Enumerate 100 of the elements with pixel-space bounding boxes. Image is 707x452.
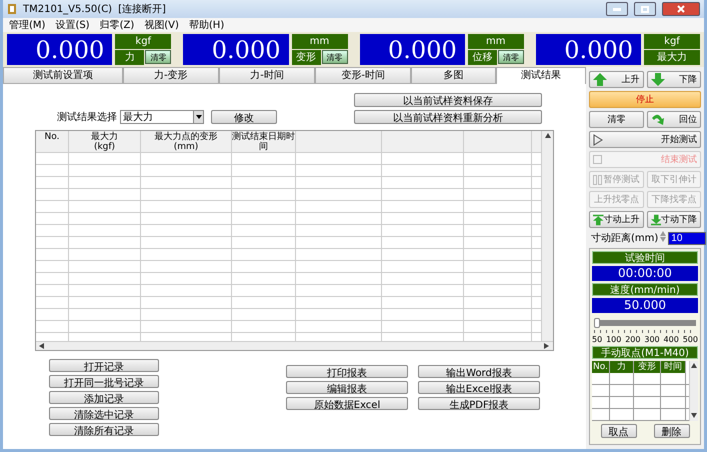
column-header: 最大力 (kgf) — [69, 131, 141, 152]
play-icon — [593, 134, 603, 146]
control-button[interactable]: 回位 — [646, 111, 701, 128]
readout-display: 0.000 — [536, 34, 641, 65]
column-header: No. — [592, 361, 610, 373]
tab[interactable]: 多图 — [411, 67, 496, 84]
caret-icon — [196, 115, 202, 119]
control-button[interactable]: 清零 — [589, 111, 644, 128]
point-button[interactable]: 取点 — [600, 424, 636, 438]
modify-button[interactable]: 修改 — [211, 110, 277, 124]
column-header: No. — [36, 131, 69, 152]
report-button[interactable]: 原始数据Excel — [286, 397, 408, 410]
pause-icon — [593, 174, 602, 184]
control-button[interactable]: 开始测试 — [589, 131, 701, 148]
scroll-up-icon — [691, 363, 697, 369]
bar-down-arrow-icon — [650, 212, 661, 226]
tab[interactable]: 测试前设置项 — [3, 67, 123, 84]
slider-thumb[interactable] — [594, 318, 600, 328]
reanalyze-button[interactable]: 以当前试样资料重新分析 — [354, 110, 542, 124]
record-button[interactable]: 清除选中记录 — [49, 407, 159, 420]
control-button[interactable]: 寸动下降 — [646, 211, 701, 228]
tick-label: 500 — [682, 335, 698, 344]
record-button[interactable]: 清除所有记录 — [49, 423, 159, 436]
result-select[interactable]: 最大力 — [120, 110, 204, 124]
spin-down-icon — [660, 237, 666, 243]
vertical-scrollbar[interactable] — [689, 361, 698, 421]
report-button[interactable]: 生成PDF报表 — [418, 397, 540, 410]
close-button[interactable] — [662, 2, 700, 16]
readout-label: 力 — [115, 50, 144, 65]
control-button[interactable]: 停止 — [589, 91, 701, 108]
save-button[interactable]: 以当前试样资料保存 — [354, 93, 542, 107]
control-button[interactable]: 下降 — [646, 71, 701, 88]
tab[interactable]: 测试结果 — [496, 67, 586, 84]
spin-up-icon — [660, 231, 666, 237]
zero-button[interactable]: 清零 — [322, 50, 348, 64]
readout-label: 变形 — [292, 50, 320, 65]
scroll-left-icon — [39, 343, 45, 349]
menu-item[interactable]: 设置(S) — [55, 18, 90, 32]
jog-distance-label: 寸动距离(mm) — [591, 232, 658, 245]
unit-label: kgf — [644, 34, 700, 49]
column-header: 力 — [610, 361, 634, 373]
readout-display: 0.000 — [7, 34, 112, 65]
column-header: 测试结束日期时间 — [232, 131, 296, 152]
scroll-up-icon — [544, 133, 550, 139]
down-arrow-icon — [650, 73, 664, 86]
column-header: 时间 — [661, 361, 686, 373]
speed-slider[interactable] — [594, 318, 696, 328]
square-icon — [593, 155, 602, 164]
record-button[interactable]: 添加记录 — [49, 391, 159, 404]
unit-label: kgf — [115, 34, 172, 49]
menu-item[interactable]: 视图(V) — [144, 18, 179, 32]
vertical-scrollbar[interactable] — [541, 131, 553, 341]
curved-arrow-icon — [650, 113, 664, 126]
speed-label: 速度(mm/min) — [592, 283, 698, 296]
readout-label: 位移 — [468, 50, 497, 65]
record-button[interactable]: 打开记录 — [49, 359, 159, 372]
zero-button[interactable]: 清零 — [145, 50, 172, 64]
tick-label: 400 — [664, 335, 679, 344]
record-button[interactable]: 打开同一批号记录 — [49, 375, 159, 388]
window-title: TM2101_V5.50(C) — [23, 4, 112, 14]
up-arrow-icon — [593, 73, 607, 86]
tab[interactable]: 力-时间 — [218, 67, 316, 84]
menu-item[interactable]: 管理(M) — [9, 18, 46, 32]
report-button[interactable]: 编辑报表 — [286, 381, 408, 394]
manual-points-title: 手动取点(M1-M40) — [592, 346, 698, 359]
readout-display: 0.000 — [360, 34, 465, 65]
menu-item[interactable]: 归零(Z) — [100, 18, 134, 32]
minimize-button[interactable] — [606, 2, 628, 16]
tab[interactable]: 变形-时间 — [315, 67, 412, 84]
test-time-label: 试验时间 — [592, 251, 698, 264]
control-button[interactable]: 寸动上升 — [589, 211, 644, 228]
column-header: 最大力点的变形 (mm) — [141, 131, 232, 152]
select-label: 测试结果选择 — [57, 110, 117, 124]
point-button[interactable]: 删除 — [654, 424, 690, 438]
readout-label: 最大力 — [644, 50, 700, 65]
readout-display: 0.000 — [183, 34, 288, 65]
tick-label: 50 — [592, 335, 602, 344]
tick-label: 200 — [625, 335, 640, 344]
close-icon — [677, 5, 685, 13]
zero-button[interactable]: 清零 — [498, 50, 524, 64]
report-button[interactable]: 输出Excel报表 — [418, 381, 540, 394]
scroll-right-icon — [544, 343, 550, 349]
tick-label: 300 — [644, 335, 660, 344]
speed-display: 50.000 — [592, 298, 698, 313]
maximize-icon — [641, 6, 649, 12]
control-button[interactable]: 上升 — [589, 71, 644, 88]
bar-up-arrow-icon — [593, 212, 604, 226]
connection-status: [连接断开] — [118, 2, 166, 16]
horizontal-scrollbar[interactable] — [36, 341, 553, 350]
app-icon — [7, 3, 17, 15]
maximize-button[interactable] — [634, 2, 656, 16]
report-button[interactable]: 打印报表 — [286, 365, 408, 378]
jog-distance-field[interactable]: 10 — [668, 232, 706, 244]
tab[interactable]: 力-变形 — [122, 67, 219, 84]
unit-label: mm — [468, 34, 524, 49]
report-button[interactable]: 输出Word报表 — [418, 365, 540, 378]
tick-label: 100 — [606, 335, 622, 344]
scroll-down-icon — [691, 413, 697, 419]
test-time-display: 00:00:00 — [592, 266, 698, 281]
menu-item[interactable]: 帮助(H) — [188, 18, 224, 32]
